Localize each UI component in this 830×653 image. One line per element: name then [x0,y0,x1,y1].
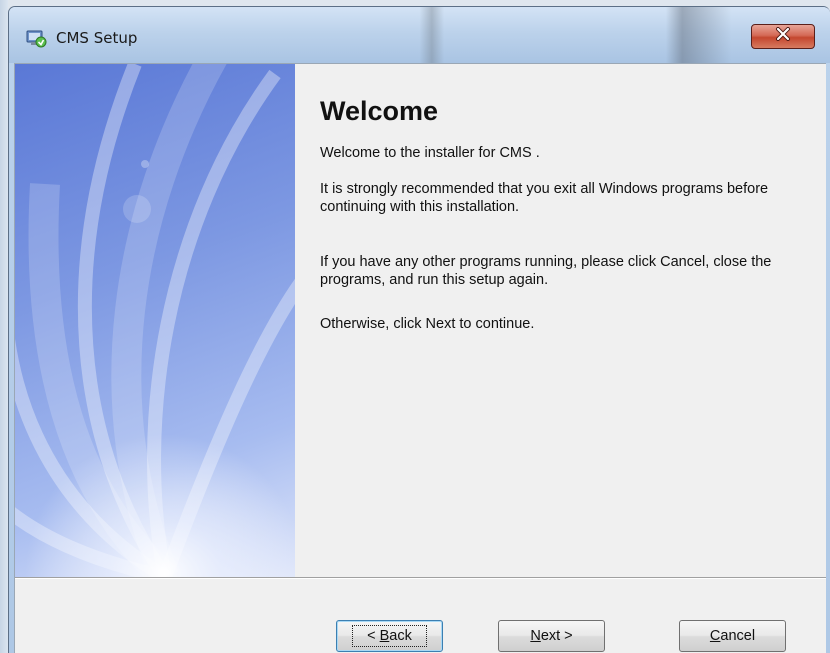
page-title: Welcome [320,96,439,126]
close-icon [775,27,791,46]
title-bar[interactable]: CMS Setup [9,7,830,63]
desktop-edge [0,0,8,653]
button-bar: < Back Next > Cancel [15,579,826,653]
dialog-client-area: Welcome Welcome to the installer for CMS… [14,63,826,653]
recommendation-text: It is strongly recommended that you exit… [320,181,769,215]
back-button[interactable]: < Back [336,620,443,652]
continue-instruction-text: Otherwise, click Next to continue. [320,316,535,332]
welcome-banner-image [15,64,295,577]
cancel-button[interactable]: Cancel [679,620,786,652]
intro-text: Welcome to the installer for CMS . [320,145,540,161]
setup-window: CMS Setup Welcome Welcome to the install… [8,6,830,653]
welcome-content: Welcome Welcome to the installer for CMS… [295,64,826,577]
window-title: CMS Setup [56,29,138,47]
close-button[interactable] [751,24,815,49]
cancel-instruction-text: If you have any other programs running, … [320,254,772,288]
installer-icon [25,28,47,48]
next-button[interactable]: Next > [498,620,605,652]
